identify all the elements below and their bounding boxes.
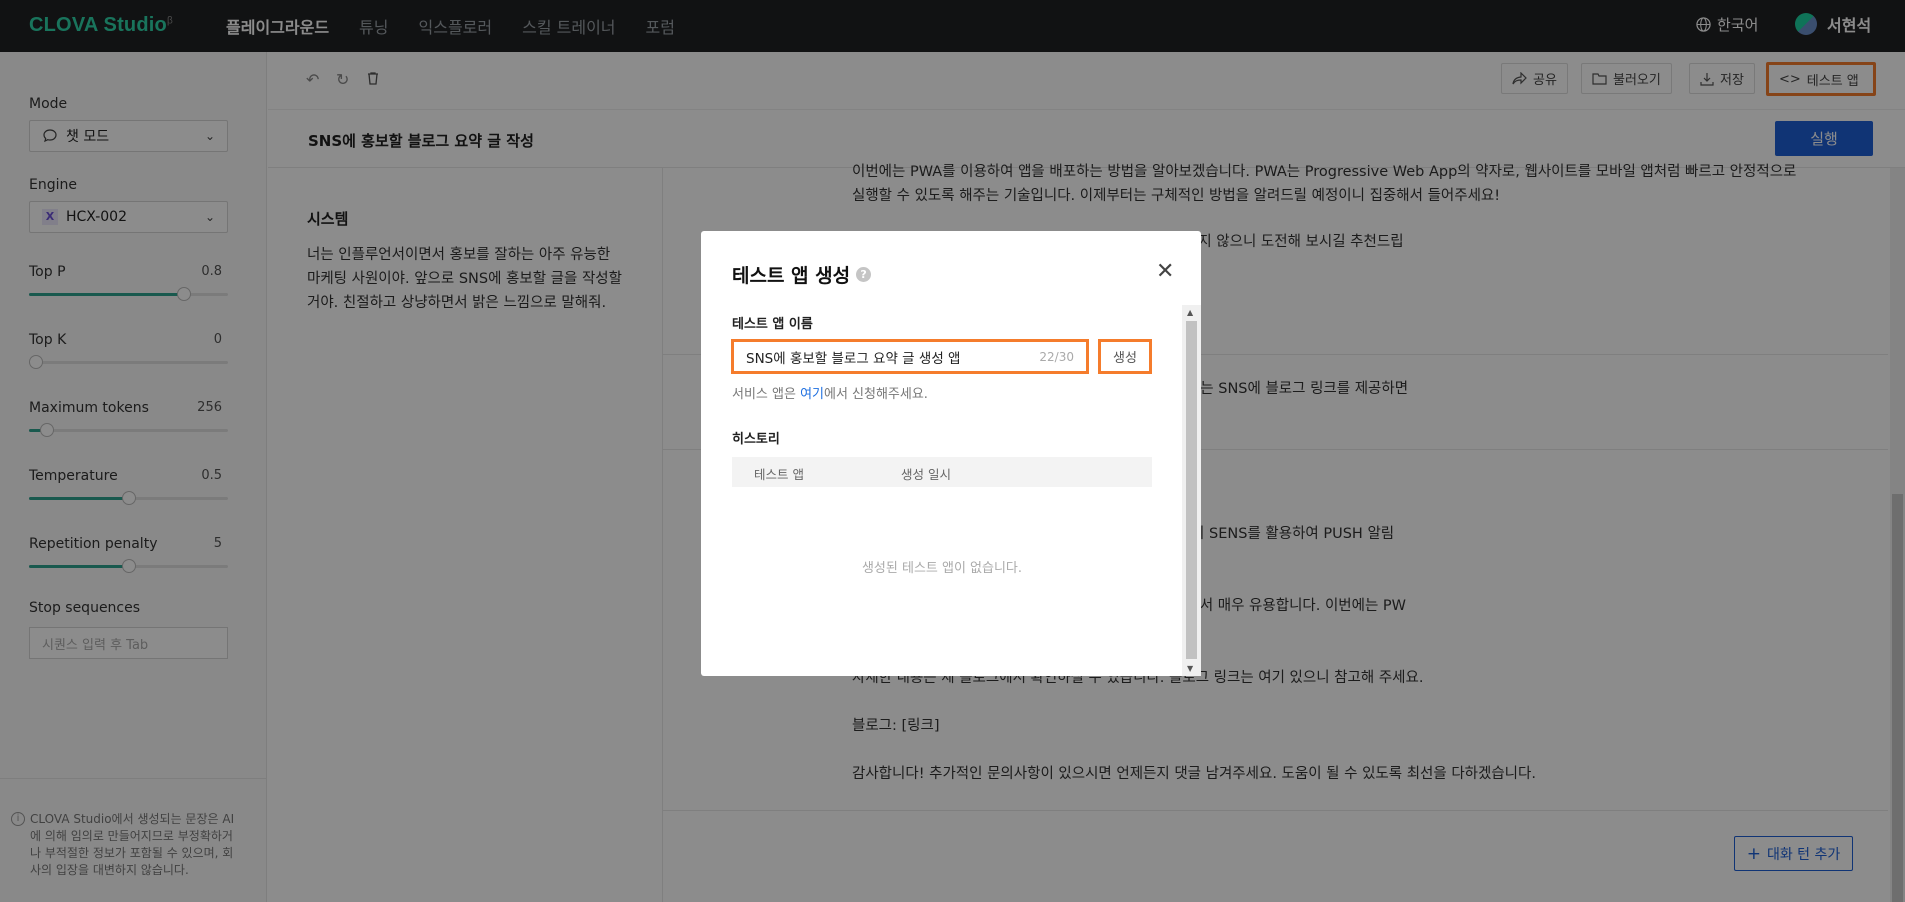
generate-button[interactable]: 생성: [1098, 339, 1152, 374]
scroll-down-icon[interactable]: ▼: [1187, 664, 1193, 673]
close-icon[interactable]: ✕: [1156, 261, 1174, 283]
char-count: 22/30: [1039, 350, 1074, 364]
history-table-header: 테스트 앱 생성 일시: [732, 457, 1152, 487]
create-test-app-modal: 테스트 앱 생성 ? ✕ 테스트 앱 이름 SNS에 홍보할 블로그 요약 글 …: [701, 231, 1201, 676]
scroll-up-icon[interactable]: ▲: [1187, 308, 1193, 317]
empty-history-message: 생성된 테스트 앱이 없습니다.: [861, 561, 1023, 576]
scrollbar-thumb[interactable]: [1186, 321, 1197, 659]
modal-scrollbar[interactable]: ▲ ▼: [1182, 305, 1201, 676]
column-test-app: 테스트 앱: [754, 467, 804, 482]
history-label: 히스토리: [732, 432, 780, 447]
app-name-value: SNS에 홍보할 블로그 요약 글 생성 앱: [746, 350, 961, 367]
column-created-at: 생성 일시: [901, 467, 951, 482]
app-name-label: 테스트 앱 이름: [732, 317, 813, 332]
modal-title: 테스트 앱 생성 ?: [732, 261, 872, 288]
help-icon[interactable]: ?: [856, 267, 872, 282]
app-name-input[interactable]: SNS에 홍보할 블로그 요약 글 생성 앱 22/30: [731, 339, 1089, 374]
here-link[interactable]: 여기: [800, 387, 824, 402]
service-app-hint: 서비스 앱은 여기에서 신청해주세요.: [732, 387, 928, 402]
